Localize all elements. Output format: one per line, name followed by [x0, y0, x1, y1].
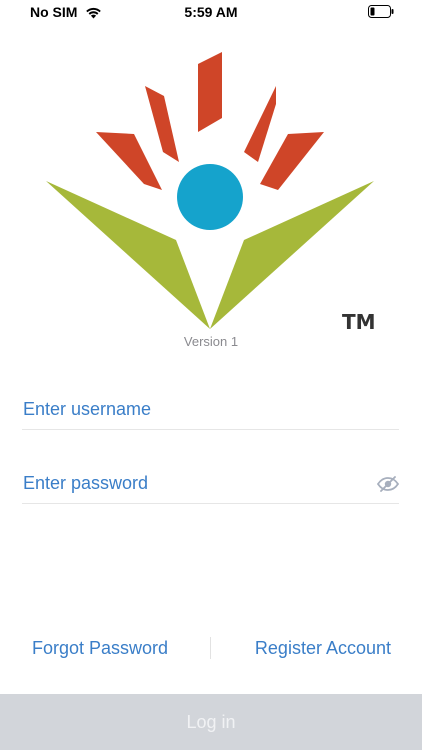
logo-petal-upper-left	[145, 86, 179, 162]
status-bar: No SIM 5:59 AM	[0, 0, 422, 24]
login-screen: No SIM 5:59 AM TM Version 1 Enter userna…	[0, 0, 422, 750]
battery-icon	[368, 5, 394, 18]
login-button[interactable]: Log in	[0, 694, 422, 750]
logo-circle	[177, 164, 243, 230]
links-divider	[210, 637, 211, 659]
forgot-password-link[interactable]: Forgot Password	[32, 634, 168, 662]
password-input[interactable]	[22, 464, 399, 503]
logo-petal-lower-left	[96, 132, 162, 190]
username-input[interactable]	[22, 390, 399, 429]
logo-petal-top	[198, 52, 222, 132]
app-logo	[46, 52, 374, 329]
trademark-mark: TM	[342, 310, 376, 334]
password-field	[22, 464, 399, 504]
register-account-link[interactable]: Register Account	[255, 634, 391, 662]
eye-slash-icon[interactable]	[377, 475, 399, 493]
version-label: Version 1	[183, 334, 239, 349]
logo-petal-upper-right	[244, 86, 276, 162]
username-field	[22, 390, 399, 430]
logo-petal-lower-right	[260, 132, 324, 190]
account-links: Forgot Password Register Account	[0, 634, 422, 662]
status-time: 5:59 AM	[184, 4, 238, 20]
